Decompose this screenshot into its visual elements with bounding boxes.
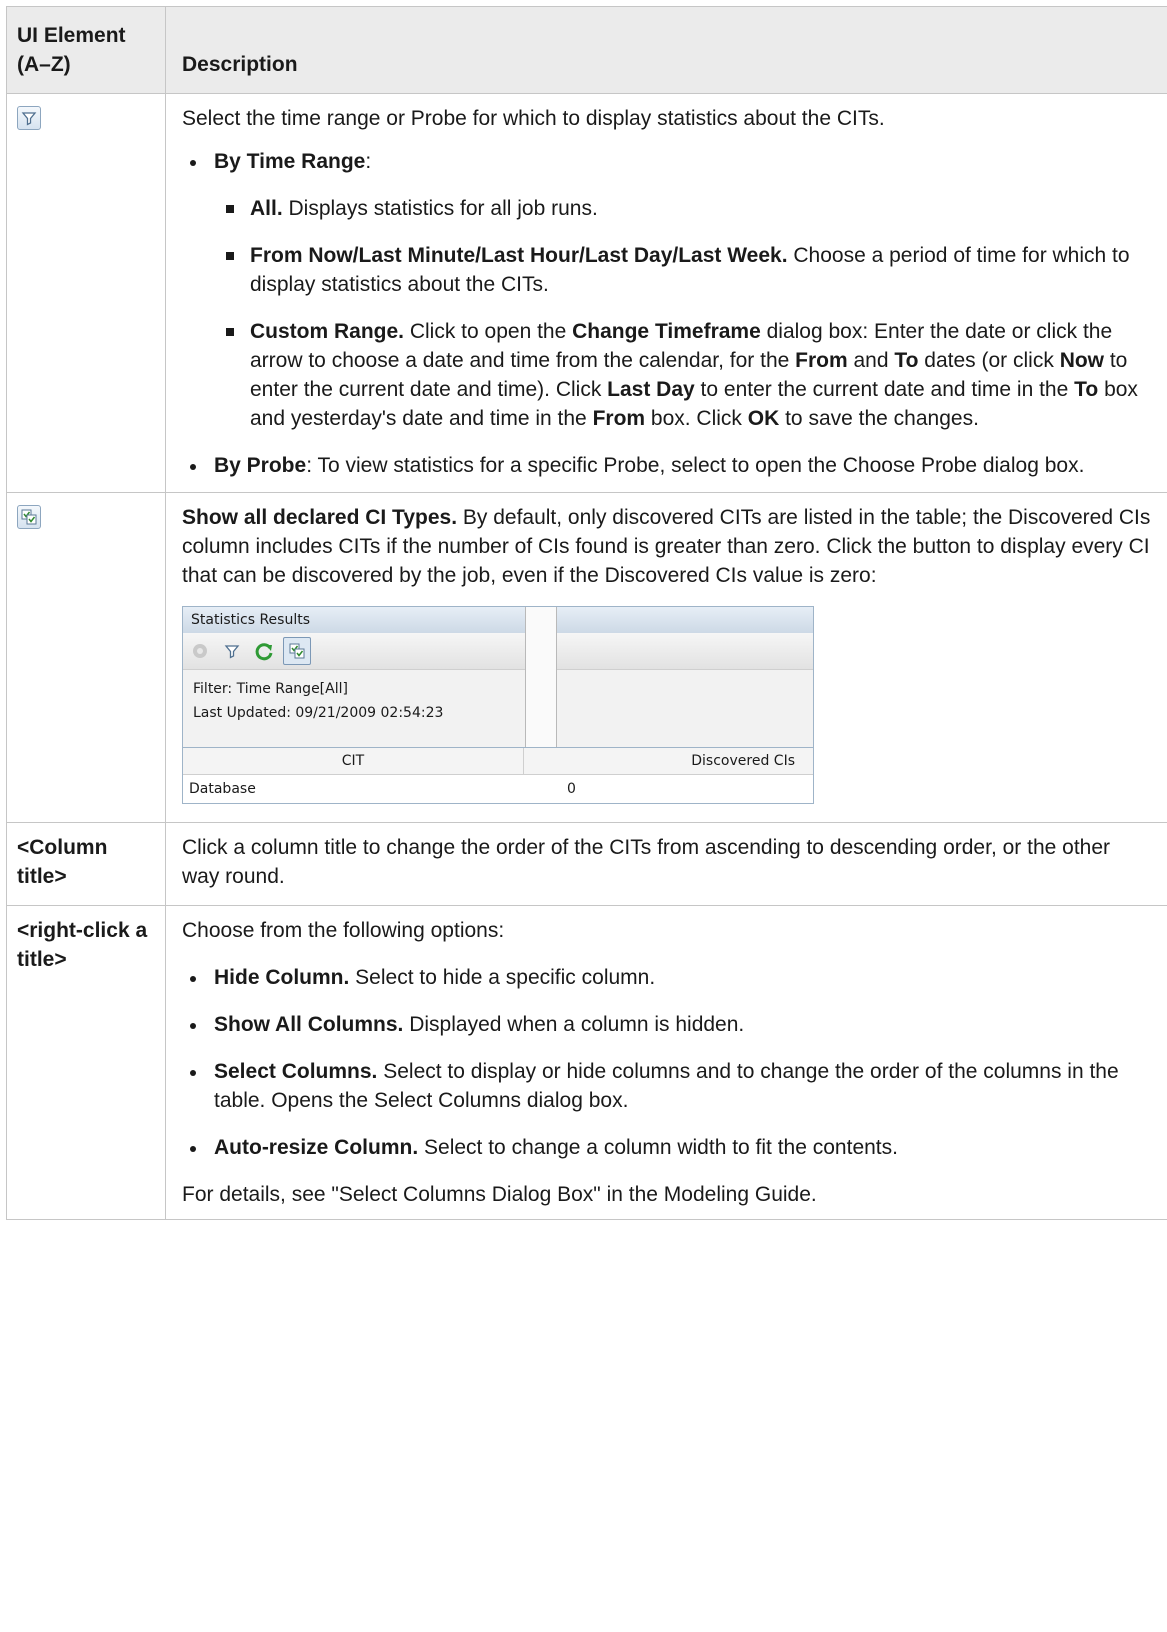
screenshot-grid-row: Database 0: [183, 775, 813, 803]
by-time-range-colon: :: [365, 150, 372, 173]
auto-resize-text: Select to change a column width to fit t…: [418, 1136, 898, 1159]
select-columns-label: Select Columns.: [214, 1060, 378, 1083]
filter-icon: [17, 106, 41, 130]
time-range-sublist: All. Displays statistics for all job run…: [214, 194, 1153, 433]
table-header-row: UI Element (A–Z) Description: [6, 6, 1167, 94]
by-probe-label: By Probe: [214, 454, 307, 477]
all-text: Displays statistics for all job runs.: [282, 197, 598, 220]
right-click-options-list: Hide Column. Select to hide a specific c…: [182, 963, 1153, 1162]
toolbar-refresh-icon: [251, 638, 277, 664]
filter-options-list: By Time Range: All. Displays statistics …: [182, 147, 1153, 480]
show-all-columns-label: Show All Columns.: [214, 1013, 404, 1036]
show-all-ci-types-icon: [17, 505, 41, 529]
show-all-label: Show all declared CI Types.: [182, 506, 458, 529]
filter-intro: Select the time range or Probe for which…: [182, 107, 885, 130]
by-time-range-label: By Time Range: [214, 150, 366, 173]
custom-text-6: to enter the current date and time in th…: [694, 378, 1075, 401]
show-all-paragraph: Show all declared CI Types. By default, …: [182, 503, 1153, 590]
list-item-select-columns: Select Columns. Select to display or hid…: [182, 1057, 1153, 1115]
cell-description-show-all: Show all declared CI Types. By default, …: [165, 492, 1167, 823]
list-item-by-probe: By Probe: To view statistics for a speci…: [182, 451, 1153, 480]
custom-bold-8: OK: [747, 407, 780, 430]
custom-text-8: box. Click: [645, 407, 748, 430]
screenshot-grid: CIT Discovered CIs Database 0: [182, 748, 814, 804]
custom-text-1: Click to open the: [404, 320, 573, 343]
custom-text-9: to save the changes.: [779, 407, 979, 430]
header-description: Description: [165, 6, 1167, 94]
list-item-all: All. Displays statistics for all job run…: [214, 194, 1153, 223]
custom-text-3: and: [847, 349, 895, 372]
right-click-footer: For details, see "Select Columns Dialog …: [182, 1183, 817, 1206]
hide-column-text: Select to hide a specific column.: [349, 966, 656, 989]
table-row-show-all: Show all declared CI Types. By default, …: [6, 492, 1167, 823]
custom-bold-4: Now: [1059, 349, 1105, 372]
refresh-disabled-icon: [187, 638, 213, 664]
auto-resize-label: Auto-resize Column.: [214, 1136, 419, 1159]
from-now-label: From Now/Last Minute/Last Hour/Last Day/…: [250, 244, 788, 267]
screenshot-grid-header: CIT Discovered CIs: [183, 748, 813, 775]
cell-element-filter: [6, 93, 166, 493]
cell-element-column-title: <Column title>: [6, 822, 166, 906]
list-item-from-now: From Now/Last Minute/Last Hour/Last Day/…: [214, 241, 1153, 299]
ui-element-table: UI Element (A–Z) Description Select the …: [6, 6, 1167, 1220]
cell-element-right-click: <right-click a title>: [6, 905, 166, 1220]
screenshot-title: Statistics Results: [183, 607, 813, 633]
table-row-column-title: <Column title> Click a column title to c…: [6, 822, 1167, 906]
toolbar-filter-icon: [219, 638, 245, 664]
list-item-custom-range: Custom Range. Click to open the Change T…: [214, 317, 1153, 433]
cell-description-right-click: Choose from the following options: Hide …: [165, 905, 1167, 1220]
cell-description-column-title: Click a column title to change the order…: [165, 822, 1167, 906]
cell-element-show-all: [6, 492, 166, 823]
grid-cell-count: 0: [567, 781, 576, 797]
screenshot-tear-divider: [525, 607, 557, 747]
custom-bold-3: To: [894, 349, 919, 372]
screenshot-toolbar: [183, 633, 813, 670]
custom-bold-6: To: [1074, 378, 1099, 401]
list-item-hide-column: Hide Column. Select to hide a specific c…: [182, 963, 1153, 992]
screenshot-updated-line: Last Updated: 09/21/2009 02:54:23: [193, 705, 444, 721]
screenshot-filter-line: Filter: Time Range[All]: [193, 681, 348, 697]
custom-bold-1: Change Timeframe: [572, 320, 761, 343]
right-click-intro: Choose from the following options:: [182, 919, 505, 942]
grid-col-discovered: Discovered CIs: [691, 753, 795, 769]
custom-text-4: dates (or click: [918, 349, 1060, 372]
all-label: All.: [250, 197, 283, 220]
hide-column-label: Hide Column.: [214, 966, 350, 989]
custom-bold-7: From: [592, 407, 646, 430]
list-item-show-all-columns: Show All Columns. Displayed when a colum…: [182, 1010, 1153, 1039]
header-ui-element: UI Element (A–Z): [6, 6, 166, 94]
toolbar-show-all-icon: [283, 637, 311, 665]
show-all-columns-text: Displayed when a column is hidden.: [403, 1013, 745, 1036]
custom-bold-2: From: [795, 349, 848, 372]
list-item-by-time-range: By Time Range: All. Displays statistics …: [182, 147, 1153, 433]
by-probe-text: : To view statistics for a specific Prob…: [306, 454, 1085, 477]
list-item-auto-resize: Auto-resize Column. Select to change a c…: [182, 1133, 1153, 1162]
table-row-filter: Select the time range or Probe for which…: [6, 93, 1167, 493]
custom-label: Custom Range.: [250, 320, 405, 343]
grid-col-cit: CIT: [183, 748, 524, 774]
custom-bold-5: Last Day: [607, 378, 695, 401]
grid-cell-cit: Database: [189, 781, 256, 797]
table-row-right-click: <right-click a title> Choose from the fo…: [6, 905, 1167, 1220]
statistics-results-screenshot: Statistics Results Filter: Time Range[Al…: [182, 606, 814, 748]
cell-description-filter: Select the time range or Probe for which…: [165, 93, 1167, 493]
